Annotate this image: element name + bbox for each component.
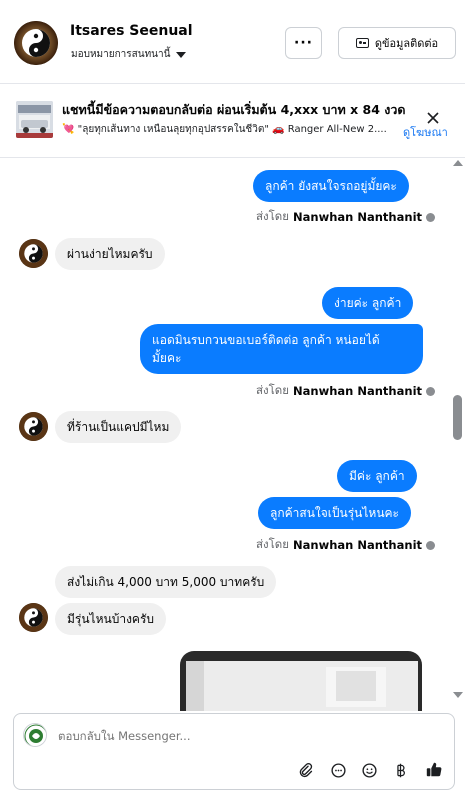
info-icon[interactable] xyxy=(426,212,436,222)
image-message[interactable] xyxy=(180,651,422,711)
baht-icon[interactable] xyxy=(390,760,410,780)
message-outgoing[interactable]: ง่ายค่ะ ลูกค้า xyxy=(322,287,414,319)
scroll-down-arrow-icon[interactable] xyxy=(453,692,463,698)
more-options-button[interactable]: ··· xyxy=(285,27,322,59)
image-preview xyxy=(186,661,418,711)
page-avatar xyxy=(23,723,47,747)
contact-info-button[interactable]: ดูข้อมูลติดต่อ xyxy=(338,27,456,59)
chevron-down-icon xyxy=(176,51,187,58)
info-icon[interactable] xyxy=(426,540,436,550)
contact-avatar xyxy=(19,412,48,441)
contact-avatar xyxy=(19,239,48,268)
sent-by-label: ส่งโดย Nanwhan Nanthanit xyxy=(256,536,436,554)
message-outgoing[interactable]: ลูกค้า ยังสนใจรถอยู่มั้ยคะ xyxy=(253,170,409,202)
ad-thumbnail xyxy=(16,101,53,138)
info-icon[interactable] xyxy=(426,386,436,396)
paperclip-icon[interactable] xyxy=(295,760,315,780)
contact-card-icon xyxy=(355,38,369,48)
reply-input[interactable] xyxy=(58,729,418,743)
contact-avatar[interactable] xyxy=(14,21,58,65)
message-incoming[interactable]: มีรุ่นไหนบ้างครับ xyxy=(55,603,167,635)
message-outgoing[interactable]: ลูกค้าสนใจเป็นรุ่นไหนคะ xyxy=(258,497,411,529)
message-incoming[interactable]: ส่งไม่เกิน 4,000 บาท 5,000 บาทครับ xyxy=(55,566,277,598)
message-outgoing[interactable]: มีค่ะ ลูกค้า xyxy=(337,460,417,492)
contact-name[interactable]: Itsares Seenual xyxy=(70,23,193,39)
reply-composer xyxy=(13,713,455,790)
assign-label: มอบหมายการสนทนานี้ xyxy=(71,49,171,60)
smiley-icon[interactable] xyxy=(359,760,379,780)
thumbs-up-icon[interactable] xyxy=(424,760,444,780)
message-incoming[interactable]: ที่ร้านเป็นแคปมีไหม xyxy=(55,411,182,443)
sent-by-label: ส่งโดย Nanwhan Nanthanit xyxy=(256,208,436,226)
comment-icon[interactable] xyxy=(328,760,348,780)
ad-banner: แชทนี้มีข้อความตอบกลับต่อ ผ่อนเริ่มต้น 4… xyxy=(0,85,465,158)
view-ad-link[interactable]: ดูโฆษณา xyxy=(403,123,448,141)
scrollbar-thumb[interactable] xyxy=(453,395,462,440)
close-icon[interactable] xyxy=(426,111,440,125)
message-outgoing[interactable]: แอดมินรบกวนขอเบอร์ติดต่อ ลูกค้า หน่อยได้… xyxy=(140,324,423,374)
sent-by-label: ส่งโดย Nanwhan Nanthanit xyxy=(256,382,436,400)
ad-title: แชทนี้มีข้อความตอบกลับต่อ ผ่อนเริ่มต้น 4… xyxy=(62,102,406,117)
scroll-up-arrow-icon[interactable] xyxy=(453,160,463,166)
message-incoming[interactable]: ผ่านง่ายไหมครับ xyxy=(55,238,165,270)
ad-subtitle: 💘 "ลุยทุกเส้นทาง เหนือนลุยทุกอุปสรรคในชี… xyxy=(62,124,387,135)
conversation-header: Itsares Seenual มอบหมายการสนทนานี้ ··· ด… xyxy=(0,0,465,84)
contact-avatar xyxy=(19,603,48,632)
assign-conversation-dropdown[interactable]: มอบหมายการสนทนานี้ xyxy=(71,47,187,62)
contact-info-label: ดูข้อมูลติดต่อ xyxy=(374,37,439,50)
